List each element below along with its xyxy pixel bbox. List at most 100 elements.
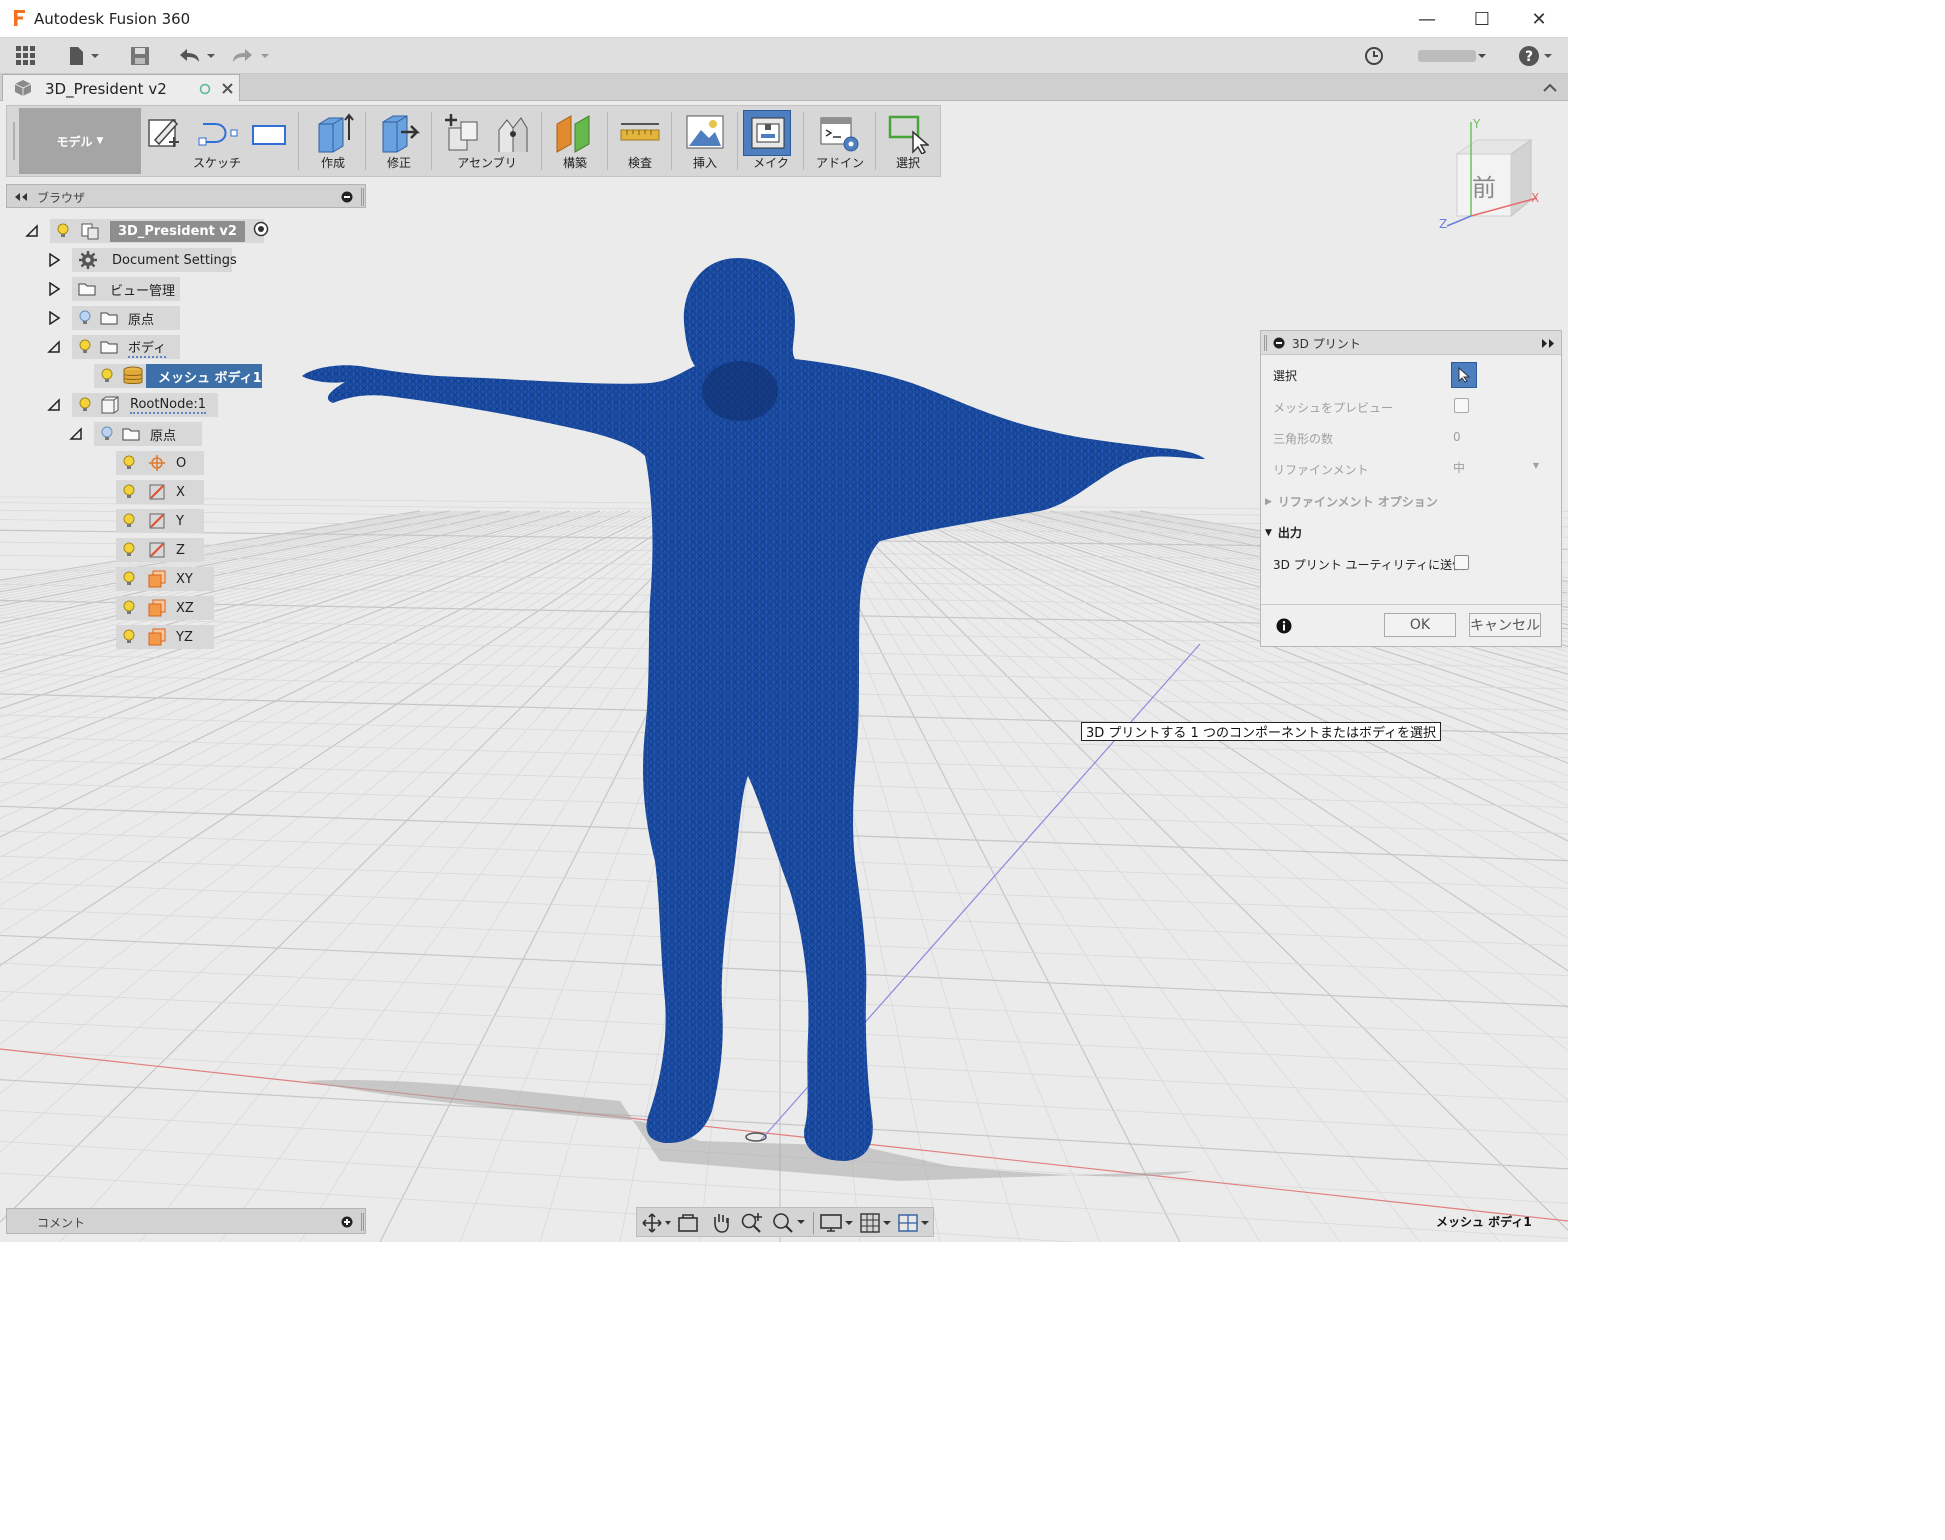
visibility-bulb-icon[interactable] — [122, 542, 136, 558]
app-grid-icon[interactable] — [12, 42, 40, 70]
pan-hand-icon[interactable] — [709, 1211, 733, 1235]
browser-title: ブラウザ — [37, 191, 86, 205]
toolbar-group-modify[interactable]: 修正 — [369, 108, 429, 174]
user-account-button[interactable] — [1416, 42, 1490, 70]
visibility-bulb-icon[interactable] — [122, 600, 136, 616]
zoom-icon[interactable] — [739, 1211, 765, 1235]
fit-zoom-icon[interactable] — [771, 1211, 807, 1235]
browser-tree-item[interactable]: X — [116, 480, 204, 504]
viewcube-front-face[interactable]: 前 — [1472, 174, 1496, 202]
close-button[interactable]: ✕ — [1516, 4, 1562, 34]
refinement-options-section[interactable]: ▶ リファインメント オプション — [1265, 493, 1438, 510]
activate-component-radio[interactable] — [253, 221, 269, 241]
orbit-icon[interactable] — [641, 1212, 671, 1234]
comments-panel-header[interactable]: コメント — [6, 1208, 366, 1234]
browser-tree-item[interactable]: Z — [116, 538, 204, 562]
collapse-browser-icon[interactable] — [13, 192, 29, 202]
tree-item-label: Document Settings — [112, 252, 237, 268]
save-button[interactable] — [128, 42, 152, 70]
ok-button[interactable]: OK — [1384, 613, 1456, 637]
help-button[interactable]: ? — [1516, 42, 1556, 70]
visibility-bulb-icon[interactable] — [100, 368, 114, 384]
visibility-bulb-icon[interactable] — [122, 629, 136, 645]
viewport[interactable]: モデル ▼ スケッチ 作成 修正 アセンブリ 構築 検査 挿入 メイク アドイン… — [0, 101, 1568, 1242]
expand-triangle-closed-icon[interactable] — [46, 310, 62, 326]
browser-tree-item[interactable]: YZ — [116, 625, 214, 649]
panel-grip[interactable] — [361, 1213, 364, 1231]
tree-item-label: X — [176, 484, 185, 500]
select-body-button[interactable] — [1451, 362, 1477, 388]
redo-button[interactable] — [230, 42, 272, 70]
toolbar-group-label: アセンブリ — [457, 156, 517, 170]
visibility-bulb-icon[interactable] — [78, 397, 92, 413]
browser-tree-item[interactable]: 原点 — [72, 306, 180, 330]
visibility-bulb-icon[interactable] — [78, 310, 92, 326]
toolbar-group-create[interactable]: 作成 — [303, 108, 363, 174]
browser-tree-item[interactable]: Y — [116, 509, 204, 533]
toolbar-group-addins[interactable]: アドイン — [807, 108, 873, 174]
expand-triangle-open-icon[interactable] — [46, 397, 62, 413]
toolbar-group-make[interactable]: メイク — [741, 108, 801, 174]
look-at-icon[interactable] — [677, 1212, 699, 1234]
expand-triangle-closed-icon[interactable] — [46, 252, 62, 268]
mesh-body-model[interactable] — [0, 101, 1568, 1242]
viewports-icon[interactable] — [897, 1212, 933, 1234]
browser-panel-header[interactable]: ブラウザ — [6, 184, 366, 208]
folder-icon — [100, 312, 118, 325]
visibility-bulb-icon[interactable] — [122, 455, 136, 471]
visibility-bulb-icon[interactable] — [122, 513, 136, 529]
expand-triangle-open-icon[interactable] — [46, 339, 62, 355]
dialog-minimize-icon[interactable] — [1273, 337, 1285, 349]
visibility-bulb-icon[interactable] — [56, 223, 70, 239]
browser-tree-item[interactable]: ボディ — [72, 335, 180, 359]
send-to-utility-checkbox[interactable] — [1454, 555, 1469, 570]
expand-triangle-open-icon[interactable] — [68, 426, 84, 442]
browser-tree-item[interactable]: O — [116, 451, 204, 475]
browser-tree-item[interactable]: RootNode:1 — [72, 393, 218, 417]
grid-settings-icon[interactable] — [859, 1212, 895, 1234]
visibility-bulb-icon[interactable] — [100, 426, 114, 442]
browser-tree-item[interactable]: ビュー管理 — [72, 277, 180, 301]
mesh-preview-checkbox[interactable] — [1454, 398, 1469, 413]
visibility-bulb-icon[interactable] — [78, 339, 92, 355]
expand-triangle-open-icon[interactable] — [24, 223, 40, 239]
browser-minimize-icon[interactable] — [341, 191, 353, 203]
browser-tree-item[interactable]: XZ — [116, 596, 214, 620]
undo-button[interactable] — [176, 42, 218, 70]
output-section[interactable]: ▼ 出力 — [1265, 524, 1302, 541]
refinement-dropdown[interactable]: 中 ▼ — [1453, 459, 1543, 479]
visibility-bulb-icon[interactable] — [122, 484, 136, 500]
file-menu-button[interactable] — [64, 42, 104, 70]
collapse-toolbar-icon[interactable] — [1542, 81, 1558, 93]
add-comment-icon[interactable] — [341, 1216, 353, 1228]
viewcube[interactable]: 前 Y X Z — [1435, 116, 1545, 231]
chevron-down-icon: ▼ — [1532, 461, 1539, 470]
browser-tree-item[interactable]: 3D_President v2 — [50, 219, 269, 243]
visibility-bulb-icon[interactable] — [122, 571, 136, 587]
browser-tree-item[interactable]: Document Settings — [72, 248, 237, 272]
expand-dialog-icon[interactable] — [1541, 339, 1555, 348]
toolbar-group-inspect[interactable]: 検査 — [611, 108, 669, 174]
tab-3d-president[interactable]: 3D_President v2 — [2, 74, 240, 101]
origin-point-icon — [149, 455, 165, 471]
display-settings-icon[interactable] — [819, 1212, 855, 1234]
maximize-button[interactable]: ☐ — [1459, 4, 1505, 34]
toolbar-group-sketch[interactable]: スケッチ — [139, 108, 295, 174]
cancel-button[interactable]: キャンセル — [1469, 613, 1541, 637]
panel-grip[interactable] — [1264, 335, 1267, 351]
browser-tree-item[interactable]: 原点 — [94, 422, 202, 446]
tree-item-label: XZ — [176, 600, 194, 616]
job-status-button[interactable] — [1362, 42, 1386, 70]
panel-grip[interactable] — [361, 188, 364, 206]
toolbar-group-assemble[interactable]: アセンブリ — [435, 108, 539, 174]
expand-triangle-closed-icon[interactable] — [46, 281, 62, 297]
browser-tree-item[interactable]: メッシュ ボディ1 — [94, 364, 262, 388]
close-tab-icon[interactable] — [221, 82, 234, 95]
toolbar-group-select[interactable]: 選択 — [879, 108, 937, 174]
toolbar-group-insert[interactable]: 挿入 — [675, 108, 735, 174]
minimize-button[interactable]: — — [1404, 4, 1450, 34]
info-icon[interactable] — [1276, 618, 1292, 634]
browser-tree-item[interactable]: XY — [116, 567, 214, 591]
toolbar-group-construct[interactable]: 構築 — [545, 108, 605, 174]
workspace-switcher-button[interactable]: モデル ▼ — [19, 108, 141, 174]
